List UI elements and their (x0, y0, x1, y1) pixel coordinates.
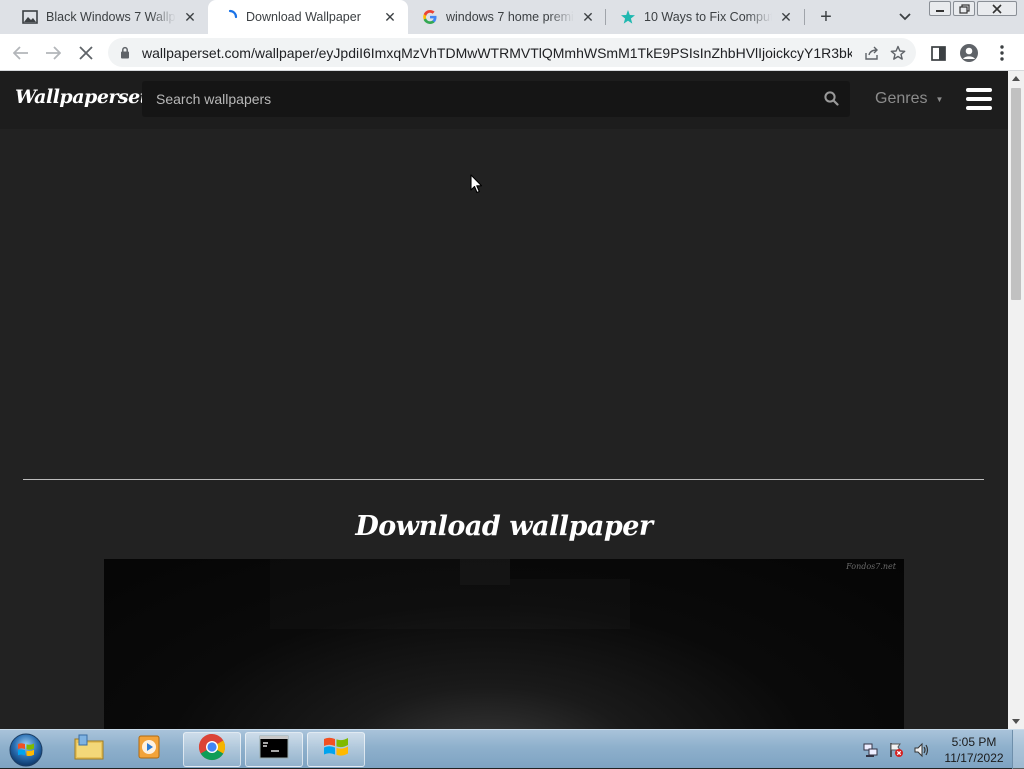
bookmark-star-icon[interactable] (888, 43, 908, 63)
section-divider (23, 479, 984, 480)
scroll-up-arrow-icon[interactable] (1012, 76, 1020, 81)
close-tab-icon[interactable]: ✕ (382, 9, 398, 25)
windows-taskbar: 5:05 PM 11/17/2022 (0, 729, 1024, 769)
back-button[interactable] (8, 40, 34, 66)
address-bar[interactable]: wallpaperset.com/wallpaper/eyJpdiI6ImxqM… (108, 38, 916, 67)
wallpaper-preview-image[interactable]: Fondos7.net (104, 559, 904, 729)
site-logo[interactable]: Wallpaperset (15, 86, 148, 108)
minimize-button[interactable] (929, 1, 951, 16)
side-panel-icon[interactable] (928, 43, 948, 63)
start-button[interactable] (6, 731, 46, 768)
clock-date: 11/17/2022 (944, 751, 1004, 765)
watermark-text: Fondos7.net (846, 562, 896, 571)
tab-title: Download Wallpaper (246, 10, 361, 24)
system-tray (862, 730, 937, 769)
close-tab-icon[interactable]: ✕ (778, 9, 794, 25)
tab-separator (804, 9, 805, 25)
restore-button[interactable] (953, 1, 975, 16)
genres-label: Genres (875, 90, 928, 107)
star-icon (620, 9, 636, 25)
tab-title: Black Windows 7 Wallpaper (46, 10, 176, 24)
more-menu-icon[interactable] (992, 43, 1012, 63)
tab-windows-7-home-premium[interactable]: windows 7 home premium ✕ (408, 0, 606, 34)
windows-flag-icon (321, 733, 351, 766)
scroll-down-arrow-icon[interactable] (1012, 719, 1020, 724)
forward-button[interactable] (40, 40, 66, 66)
web-page: Wallpaperset Genres ▼ Download wallpaper… (0, 71, 1008, 729)
hamburger-menu-icon[interactable] (966, 88, 992, 110)
google-icon (422, 9, 438, 25)
system-clock[interactable]: 5:05 PM 11/17/2022 (940, 734, 1008, 766)
tab-title: 10 Ways to Fix Computer (644, 10, 772, 24)
action-center-flag-icon[interactable] (887, 741, 905, 759)
url-text[interactable]: wallpaperset.com/wallpaper/eyJpdiI6ImxqM… (142, 45, 852, 61)
chrome-icon (197, 732, 227, 767)
profile-avatar-icon[interactable] (959, 43, 979, 63)
mouse-pointer-icon (470, 174, 484, 194)
search-bar (142, 81, 850, 117)
clock-time: 5:05 PM (951, 735, 997, 749)
ad-space (0, 129, 1008, 469)
cmd-icon (259, 735, 289, 764)
browser-toolbar: wallpaperset.com/wallpaper/eyJpdiI6ImxqM… (0, 34, 1024, 71)
share-icon[interactable] (862, 43, 882, 63)
lock-icon[interactable] (120, 46, 130, 64)
tab-title: windows 7 home premium (446, 10, 574, 24)
close-tab-icon[interactable]: ✕ (182, 9, 198, 25)
download-heading: Download wallpaper (355, 511, 653, 542)
tab-download-wallpaper[interactable]: Download Wallpaper ✕ (208, 0, 408, 34)
media-player-icon (135, 733, 163, 766)
tab-10-ways-to-fix-computer[interactable]: 10 Ways to Fix Computer ✕ (606, 0, 804, 34)
close-window-button[interactable] (977, 1, 1017, 16)
scrollbar-thumb[interactable] (1011, 88, 1021, 300)
taskbar-windows[interactable] (307, 732, 365, 767)
image-icon (22, 9, 38, 25)
taskbar-media-player[interactable] (120, 732, 178, 767)
site-header: Wallpaperset Genres ▼ (0, 71, 1008, 129)
tab-separator (605, 9, 606, 25)
tab-search-chevron-down-icon[interactable] (894, 6, 916, 28)
stop-loading-button[interactable] (73, 40, 99, 66)
search-icon[interactable] (824, 91, 840, 107)
new-tab-button[interactable]: + (814, 5, 838, 29)
taskbar-cmd[interactable] (245, 732, 303, 767)
show-desktop-button[interactable] (1012, 730, 1024, 769)
caret-down-icon: ▼ (935, 94, 944, 104)
taskbar-chrome[interactable] (183, 732, 241, 767)
volume-icon[interactable] (912, 741, 930, 759)
taskbar-explorer[interactable] (60, 732, 118, 767)
tab-black-windows-7-wallpaper[interactable]: Black Windows 7 Wallpaper ✕ (8, 0, 208, 34)
close-tab-icon[interactable]: ✕ (580, 9, 596, 25)
search-input[interactable] (142, 81, 812, 117)
tab-strip: Black Windows 7 Wallpaper ✕ Download Wal… (0, 0, 1024, 34)
explorer-icon (73, 733, 105, 766)
genres-dropdown[interactable]: Genres ▼ (875, 90, 943, 108)
loading-spinner-icon (222, 9, 238, 25)
page-scrollbar[interactable] (1008, 71, 1024, 729)
network-icon[interactable] (862, 741, 880, 759)
